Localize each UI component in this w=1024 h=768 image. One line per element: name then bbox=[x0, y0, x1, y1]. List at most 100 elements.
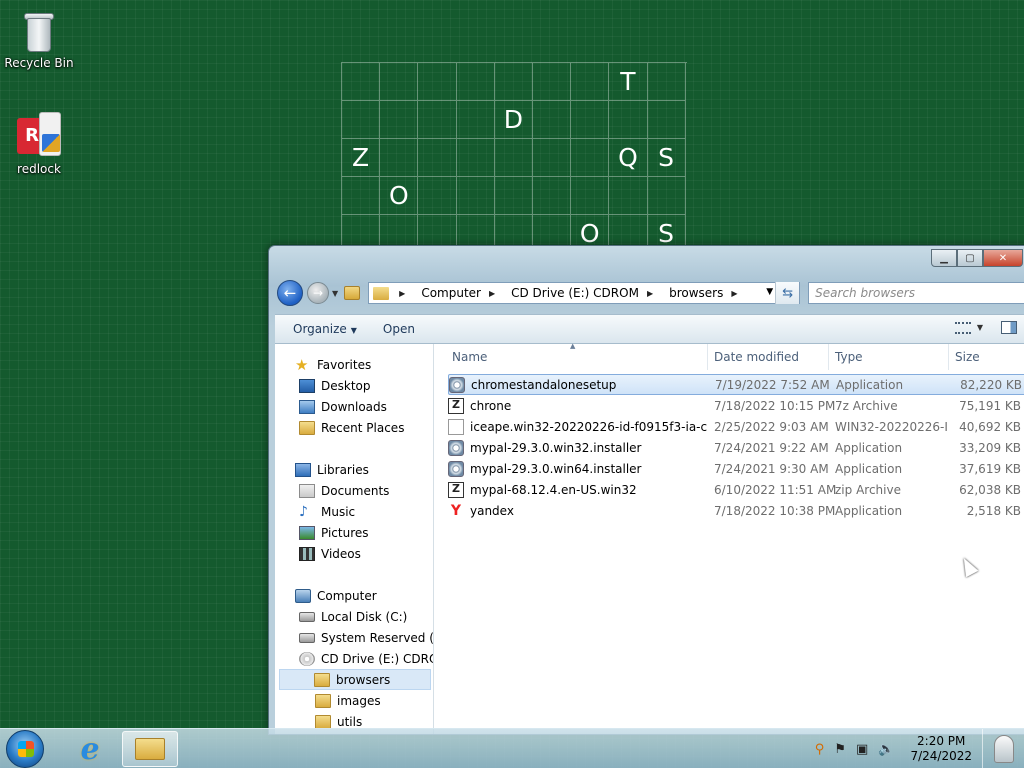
file-list[interactable]: ▲ Name Date modified Type Size chromesta… bbox=[434, 342, 1024, 734]
taskbar: e ⚲ ⚑ ▣ 🔈 2:20 PM 7/24/2022 bbox=[0, 728, 1024, 768]
volume-icon[interactable]: 🔈 bbox=[878, 742, 894, 757]
action-center-flag-icon[interactable]: ⚑ bbox=[834, 742, 846, 757]
refresh-button[interactable]: ⇆ bbox=[775, 282, 800, 304]
view-options-dropdown[interactable]: ▼ bbox=[977, 323, 983, 332]
file-row[interactable]: mypal-29.3.0.win64.installer 7/24/2021 9:… bbox=[448, 458, 1024, 479]
breadcrumb-root-arrow[interactable]: ▶ bbox=[399, 289, 413, 298]
taskbar-windows-explorer[interactable] bbox=[122, 731, 178, 767]
nav-label: images bbox=[337, 693, 381, 708]
yandex-icon: Y bbox=[450, 502, 462, 519]
organize-button[interactable]: Organize ▼ bbox=[293, 322, 357, 336]
nav-videos[interactable]: Videos bbox=[275, 543, 433, 564]
nav-label: Recent Places bbox=[321, 420, 405, 435]
explorer-window[interactable]: ▁ ▢ ✕ ← → ▼ ▶ Computer ▶ CD Drive (E:) C… bbox=[268, 245, 1024, 735]
nav-label: browsers bbox=[336, 672, 391, 687]
user-account-button[interactable] bbox=[982, 729, 1024, 768]
breadcrumb-browsers[interactable]: browsers bbox=[669, 286, 723, 300]
file-name: mypal-29.3.0.win64.installer bbox=[470, 461, 642, 476]
grid-cell bbox=[418, 139, 457, 177]
file-date: 7/18/2022 10:15 PM bbox=[714, 398, 836, 413]
nav-system-reserved-d[interactable]: System Reserved (D: bbox=[275, 627, 433, 648]
file-row[interactable]: mypal-29.3.0.win32.installer 7/24/2021 9:… bbox=[448, 437, 1024, 458]
magnifier-tray-icon[interactable]: ⚲ bbox=[815, 742, 825, 757]
file-name-cell: mypal-29.3.0.win32.installer bbox=[448, 439, 708, 456]
column-header-type[interactable]: Type bbox=[829, 344, 949, 370]
nav-music[interactable]: ♪ Music bbox=[275, 501, 433, 522]
grid-cell bbox=[380, 63, 419, 101]
forward-button[interactable]: → bbox=[307, 282, 329, 304]
nav-folder-images[interactable]: images bbox=[275, 690, 433, 711]
taskbar-internet-explorer[interactable]: e bbox=[62, 731, 118, 767]
navigation-pane[interactable]: ★ Favorites Desktop Downloads Recent Plac… bbox=[275, 344, 434, 734]
preview-pane-icon[interactable] bbox=[1001, 321, 1017, 334]
file-size: 37,619 KB bbox=[959, 461, 1021, 476]
nav-computer[interactable]: Computer bbox=[275, 585, 433, 606]
address-bar[interactable]: ▶ Computer ▶ CD Drive (E:) CDROM ▶ brows… bbox=[368, 282, 801, 304]
nav-favorites[interactable]: ★ Favorites bbox=[275, 354, 433, 375]
nav-recent-places[interactable]: Recent Places bbox=[275, 417, 433, 438]
window-caption-buttons: ▁ ▢ ✕ bbox=[931, 249, 1023, 267]
clock-time: 2:20 PM bbox=[917, 734, 966, 748]
nav-downloads[interactable]: Downloads bbox=[275, 396, 433, 417]
file-size: 33,209 KB bbox=[959, 440, 1021, 455]
start-button[interactable] bbox=[6, 730, 44, 768]
nav-local-disk-c[interactable]: Local Disk (C:) bbox=[275, 606, 433, 627]
clock-date: 7/24/2022 bbox=[910, 749, 972, 763]
search-placeholder: Search browsers bbox=[815, 286, 915, 300]
column-header-size[interactable]: Size bbox=[949, 344, 1024, 370]
internet-explorer-icon: e bbox=[80, 731, 100, 767]
nav-libraries[interactable]: Libraries bbox=[275, 459, 433, 480]
nav-label: utils bbox=[337, 714, 363, 729]
minimize-button[interactable]: ▁ bbox=[931, 249, 957, 267]
column-header-date[interactable]: Date modified bbox=[708, 344, 829, 370]
file-row[interactable]: chromestandalonesetup 7/19/2022 7:52 AM Ap… bbox=[448, 374, 1024, 395]
breadcrumb-separator[interactable]: ▶ bbox=[647, 289, 661, 298]
folder-up-icon[interactable] bbox=[344, 286, 361, 300]
application-icon bbox=[449, 376, 465, 393]
breadcrumb-separator[interactable]: ▶ bbox=[731, 289, 745, 298]
grid-cell bbox=[380, 139, 419, 177]
downloads-icon bbox=[299, 399, 315, 414]
nav-cd-drive-e[interactable]: CD Drive (E:) CDROM bbox=[275, 648, 433, 669]
file-row[interactable]: iceape.win32-20220226-id-f0915f3-ia-c64.… bbox=[448, 416, 1024, 437]
breadcrumb-cd-drive[interactable]: CD Drive (E:) CDROM bbox=[511, 286, 639, 300]
nav-folder-browsers[interactable]: browsers bbox=[279, 669, 431, 690]
file-date: 7/18/2022 10:38 PM bbox=[714, 503, 836, 518]
recent-pages-dropdown[interactable]: ▼ bbox=[332, 289, 338, 298]
file-row[interactable]: chrone 7/18/2022 10:15 PM7z Archive 75,191… bbox=[448, 395, 1024, 416]
open-button[interactable]: Open bbox=[383, 322, 415, 336]
breadcrumb-separator[interactable]: ▶ bbox=[489, 289, 503, 298]
file-size: 2,518 KB bbox=[966, 503, 1021, 518]
file-row[interactable]: mypal-68.12.4.en-US.win32 6/10/2022 11:51… bbox=[448, 479, 1024, 500]
nav-desktop[interactable]: Desktop bbox=[275, 375, 433, 396]
maximize-button[interactable]: ▢ bbox=[957, 249, 983, 267]
file-name-cell: mypal-29.3.0.win64.installer bbox=[448, 460, 708, 477]
desktop-icon-redlock[interactable]: R redlock bbox=[1, 112, 77, 176]
close-button[interactable]: ✕ bbox=[983, 249, 1023, 267]
chevron-right-icon: ▶ bbox=[731, 288, 738, 298]
letter-grid: TDZQSOOS bbox=[341, 62, 687, 262]
nav-label: Computer bbox=[317, 588, 377, 603]
organize-label: Organize bbox=[293, 322, 347, 336]
arrow-left-icon: ← bbox=[283, 284, 297, 302]
grid-cell bbox=[571, 101, 610, 139]
change-view-icon[interactable] bbox=[954, 321, 971, 334]
address-dropdown[interactable]: ▼ bbox=[766, 287, 773, 297]
back-button[interactable]: ← bbox=[277, 280, 303, 306]
navigation-bar: ← → ▼ ▶ Computer ▶ CD Drive (E:) CDROM ▶… bbox=[277, 279, 1024, 307]
grid-cell: D bbox=[494, 101, 533, 139]
file-type: Application bbox=[835, 440, 903, 455]
network-icon[interactable]: ▣ bbox=[856, 742, 868, 757]
nav-pictures[interactable]: Pictures bbox=[275, 522, 433, 543]
grid-cell bbox=[571, 139, 610, 177]
nav-documents[interactable]: Documents bbox=[275, 480, 433, 501]
breadcrumb-computer[interactable]: Computer bbox=[421, 286, 481, 300]
clock[interactable]: 2:20 PM 7/24/2022 bbox=[910, 734, 972, 764]
file-row[interactable]: Yyandex 7/18/2022 10:38 PM Application 2,51… bbox=[448, 500, 1024, 521]
desktop-icon-recycle-bin[interactable]: Recycle Bin bbox=[1, 8, 77, 70]
nav-label: Desktop bbox=[321, 378, 371, 393]
grid-cell bbox=[609, 101, 648, 139]
nav-label: Favorites bbox=[317, 357, 372, 372]
search-input[interactable]: Search browsers bbox=[808, 282, 1024, 304]
system-tray: ⚲ ⚑ ▣ 🔈 2:20 PM 7/24/2022 bbox=[815, 729, 972, 768]
